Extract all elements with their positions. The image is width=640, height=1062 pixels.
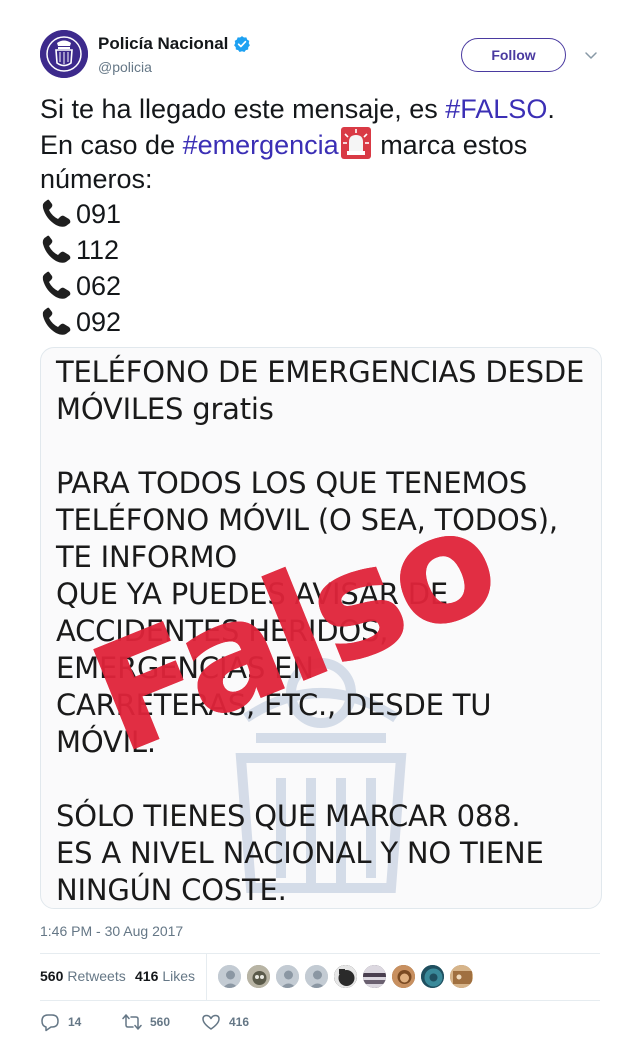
tweet-text-segment: marca estos (372, 130, 528, 160)
avatar[interactable] (333, 964, 358, 989)
retweet-button[interactable]: 560 (122, 1012, 170, 1032)
media-text-line: MÓVILES gratis (56, 392, 274, 426)
avatar[interactable] (246, 964, 271, 989)
retweets-label: Retweets (67, 968, 126, 984)
tweet-text-segment: . (547, 94, 555, 124)
phone-number-row: 062 (40, 268, 600, 304)
like-button[interactable]: 416 (201, 1012, 249, 1032)
avatar[interactable] (420, 964, 445, 989)
avatar[interactable] (449, 964, 474, 989)
like-count: 416 (229, 1015, 250, 1029)
heart-icon (202, 1014, 220, 1030)
phone-number-row: 112 (40, 232, 600, 268)
phone-number: 112 (76, 235, 120, 265)
avatar[interactable] (217, 964, 242, 989)
retweets-count: 560 (40, 968, 64, 984)
phone-number-row: 091 (40, 196, 600, 232)
reply-count: 14 (68, 1015, 82, 1029)
tweet-stats: 560 Retweets 416 Likes (40, 954, 600, 1000)
telephone-receiver-icon (40, 198, 74, 230)
telephone-receiver-icon (40, 234, 74, 266)
avatar[interactable] (40, 30, 88, 78)
tweet-line-1: Si te ha llegado este mensaje, es #FALSO… (40, 92, 600, 126)
liker-avatars (217, 964, 478, 989)
divider (206, 954, 207, 1000)
police-car-light-icon (339, 126, 373, 160)
tweet-line-3: números: (40, 164, 153, 194)
tweet-text: Si te ha llegado este mensaje, es #FALSO… (40, 92, 600, 340)
name-row: Policía Nacional (98, 34, 251, 54)
media-text-line: TELÉFONO DE EMERGENCIAS DESDE (56, 355, 585, 389)
tweet-header: Policía Nacional @policia Follow (40, 30, 600, 82)
phone-number: 062 (76, 271, 122, 301)
likes-count: 416 (135, 968, 159, 984)
divider (40, 1000, 600, 1001)
tweet-timestamp[interactable]: 1:46 PM - 30 Aug 2017 (40, 923, 183, 939)
chevron-down-icon[interactable] (584, 48, 598, 62)
avatar[interactable] (391, 964, 416, 989)
tweet-text-segment: Si te ha llegado este mensaje, es (40, 94, 446, 124)
telephone-receiver-icon (40, 306, 74, 338)
likes-label: Likes (162, 968, 196, 984)
tweet-line-2: En caso de #emergencia marca estos (40, 126, 600, 162)
retweet-count: 560 (150, 1015, 171, 1029)
reply-icon (41, 1014, 59, 1032)
phone-number: 091 (76, 199, 122, 229)
account-handle[interactable]: @policia (98, 59, 152, 75)
tweet-media-image[interactable]: TELÉFONO DE EMERGENCIAS DESDE MÓVILES gr… (40, 347, 602, 909)
tweet-text-segment: En caso de (40, 130, 183, 160)
avatar[interactable] (304, 964, 329, 989)
media-text-line: NINGÚN COSTE. (56, 873, 287, 907)
tweet-actions: 14 560 416 (40, 1010, 600, 1034)
retweets-stat[interactable]: 560 Retweets (40, 968, 126, 984)
telephone-receiver-icon (40, 270, 74, 302)
hashtag-emergencia[interactable]: #emergencia (183, 130, 339, 160)
phone-number-row: 092 (40, 304, 600, 340)
avatar[interactable] (275, 964, 300, 989)
avatar[interactable] (362, 964, 387, 989)
hashtag-falso[interactable]: #FALSO (445, 94, 547, 124)
display-name[interactable]: Policía Nacional (98, 34, 228, 54)
reply-button[interactable]: 14 (40, 1012, 81, 1032)
verified-badge-icon (233, 35, 251, 53)
phone-number: 092 (76, 307, 122, 337)
likes-stat[interactable]: 416 Likes (135, 968, 195, 984)
follow-button[interactable]: Follow (461, 38, 566, 72)
retweet-icon (122, 1014, 142, 1030)
media-text-line: ES A NIVEL NACIONAL Y NO TIENE (56, 836, 544, 870)
